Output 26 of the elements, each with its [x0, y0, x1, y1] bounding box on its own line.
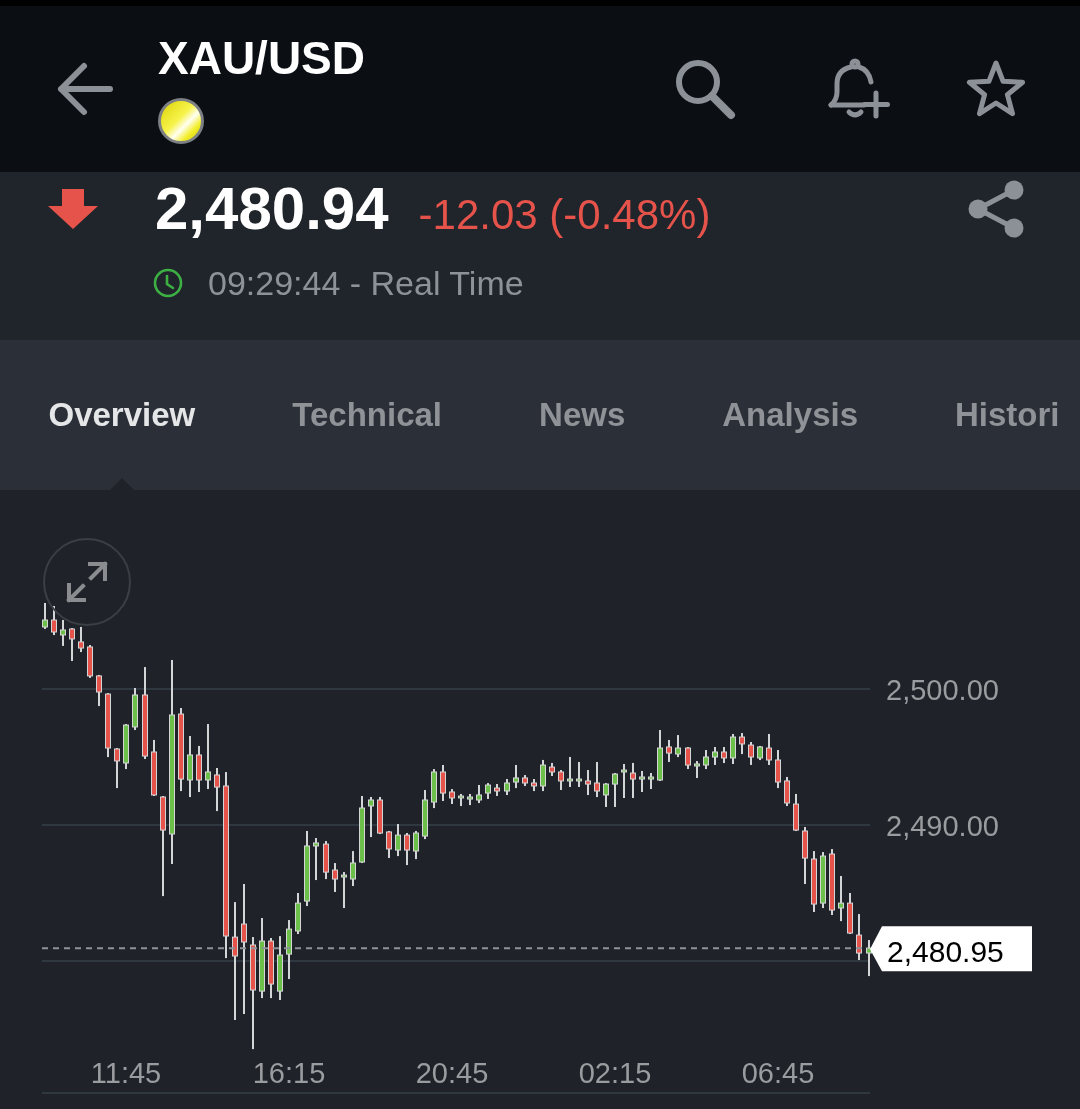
- tab[interactable]: Histori: [906, 340, 1060, 490]
- price-change: -12.03 (-0.48%): [418, 194, 711, 236]
- tab[interactable]: Overview: [0, 340, 244, 490]
- expand-icon: [65, 560, 109, 604]
- instrument-title: XAU/USD: [158, 34, 366, 82]
- time-axis-label: 06:45: [741, 1057, 815, 1089]
- clock-icon: [153, 268, 183, 298]
- price-value: 2,480.94: [155, 179, 389, 239]
- time-axis-label: 20:45: [415, 1057, 489, 1089]
- price-axis-label: 2,490.00: [886, 810, 999, 843]
- time-axis-label: 02:15: [578, 1057, 652, 1089]
- tab[interactable]: Analysis: [673, 340, 907, 490]
- back-arrow-icon: [55, 61, 113, 117]
- search-icon: [674, 58, 736, 120]
- last-price-tag: 2,480.95: [870, 926, 1032, 972]
- time-axis-label: 11:45: [90, 1057, 162, 1089]
- tab[interactable]: News: [490, 340, 674, 490]
- time-axis-label: 16:15: [252, 1057, 326, 1089]
- coin-icon: [158, 98, 204, 144]
- tab[interactable]: Technical: [243, 340, 491, 490]
- update-time: 09:29:44 - Real Time: [208, 266, 524, 300]
- share-icon: [968, 180, 1024, 238]
- price-axis-label: 2,500.00: [886, 674, 999, 706]
- fullscreen-button[interactable]: [43, 538, 131, 626]
- ref-line-label: 2,480.95: [887, 935, 1004, 969]
- bell-plus-icon: [826, 58, 890, 120]
